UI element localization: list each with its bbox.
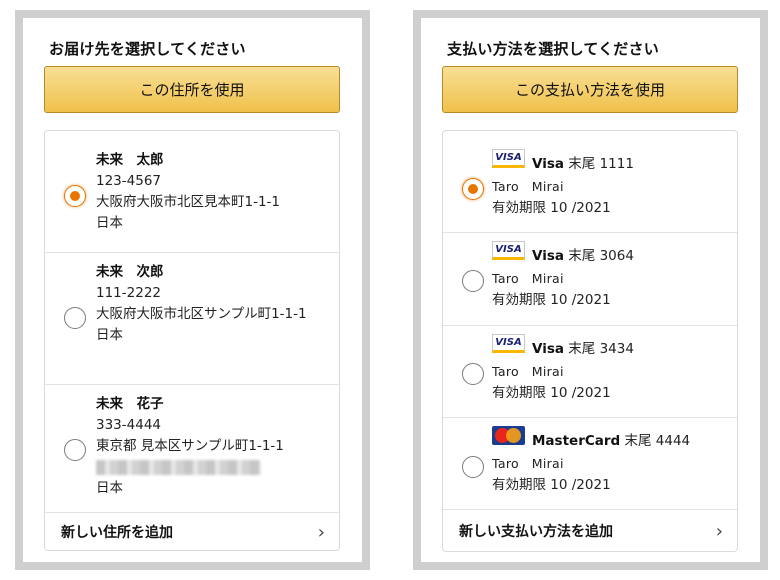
address-radio-2[interactable] bbox=[64, 307, 86, 329]
payment-option-1[interactable]: VISA Visa 末尾 1111 Taro Mirai 有効期限 10 /20… bbox=[443, 131, 737, 233]
address-country: 日本 bbox=[96, 480, 123, 496]
address-line: 大阪府大阪市北区サンプル町1-1-1 bbox=[96, 306, 307, 322]
address-list: 未来 太郎 123-4567 大阪府大阪市北区見本町1-1-1 日本 未来 次郎… bbox=[44, 130, 340, 551]
card-holder: Taro Mirai bbox=[492, 364, 564, 379]
card-brand: Visa bbox=[532, 248, 564, 264]
use-payment-button[interactable]: この支払い方法を使用 bbox=[442, 66, 738, 113]
card-expiry: 有効期限 10 /2021 bbox=[492, 385, 611, 401]
address-panel-title: お届け先を選択してください bbox=[49, 40, 246, 58]
card-holder: Taro Mirai bbox=[492, 179, 564, 194]
payment-option-2[interactable]: VISA Visa 末尾 3064 Taro Mirai 有効期限 10 /20… bbox=[443, 233, 737, 326]
payment-radio-1[interactable] bbox=[462, 178, 484, 200]
card-suffix: 末尾 3434 bbox=[568, 341, 634, 357]
address-line: 大阪府大阪市北区見本町1-1-1 bbox=[96, 194, 281, 210]
address-postal: 123-4567 bbox=[96, 173, 161, 189]
card-expiry: 有効期限 10 /2021 bbox=[492, 292, 611, 308]
mastercard-orange-circle bbox=[506, 428, 521, 443]
payment-option-4[interactable]: MasterCard 末尾 4444 Taro Mirai 有効期限 10 /2… bbox=[443, 418, 737, 510]
address-postal: 111-2222 bbox=[96, 285, 161, 301]
address-radio-1[interactable] bbox=[64, 185, 86, 207]
payment-panel-title: 支払い方法を選択してください bbox=[447, 40, 659, 58]
address-postal: 333-4444 bbox=[96, 417, 161, 433]
card-suffix: 末尾 3064 bbox=[568, 248, 634, 264]
address-country: 日本 bbox=[96, 327, 123, 343]
address-option-1[interactable]: 未来 太郎 123-4567 大阪府大阪市北区見本町1-1-1 日本 bbox=[45, 131, 339, 253]
card-brand: Visa bbox=[532, 341, 564, 357]
card-expiry: 有効期限 10 /2021 bbox=[492, 477, 611, 493]
address-option-2[interactable]: 未来 次郎 111-2222 大阪府大阪市北区サンプル町1-1-1 日本 bbox=[45, 253, 339, 385]
card-suffix: 末尾 4444 bbox=[624, 433, 691, 449]
address-name: 未来 次郎 bbox=[96, 264, 164, 280]
payment-list: VISA Visa 末尾 1111 Taro Mirai 有効期限 10 /20… bbox=[442, 130, 738, 552]
add-address-label: 新しい住所を追加 bbox=[61, 525, 173, 541]
address-option-3[interactable]: 未来 花子 333-4444 東京都 見本区サンプル町1-1-1 日本 bbox=[45, 385, 339, 513]
mastercard-icon bbox=[492, 426, 525, 445]
chevron-right-icon: › bbox=[317, 521, 325, 543]
payment-radio-2[interactable] bbox=[462, 270, 484, 292]
payment-radio-4[interactable] bbox=[462, 456, 484, 478]
address-country: 日本 bbox=[96, 215, 123, 231]
add-address-link[interactable]: 新しい住所を追加 › bbox=[45, 513, 339, 551]
add-payment-label: 新しい支払い方法を追加 bbox=[459, 524, 613, 540]
address-name: 未来 花子 bbox=[96, 396, 164, 412]
redacted-address-line bbox=[96, 460, 261, 475]
payment-radio-3[interactable] bbox=[462, 363, 484, 385]
address-panel: お届け先を選択してください この住所を使用 未来 太郎 123-4567 大阪府… bbox=[15, 10, 370, 570]
visa-card-icon: VISA bbox=[492, 241, 525, 260]
chevron-right-icon: › bbox=[715, 520, 723, 542]
address-radio-3[interactable] bbox=[64, 439, 86, 461]
visa-card-icon: VISA bbox=[492, 149, 525, 168]
add-payment-link[interactable]: 新しい支払い方法を追加 › bbox=[443, 512, 737, 550]
use-address-button[interactable]: この住所を使用 bbox=[44, 66, 340, 113]
card-expiry: 有効期限 10 /2021 bbox=[492, 200, 611, 216]
card-holder: Taro Mirai bbox=[492, 271, 564, 286]
payment-option-3[interactable]: VISA Visa 末尾 3434 Taro Mirai 有効期限 10 /20… bbox=[443, 326, 737, 418]
payment-panel: 支払い方法を選択してください この支払い方法を使用 VISA Visa 末尾 1… bbox=[413, 10, 768, 570]
card-holder: Taro Mirai bbox=[492, 456, 564, 471]
card-brand: MasterCard bbox=[532, 433, 621, 449]
address-name: 未来 太郎 bbox=[96, 152, 164, 168]
card-brand: Visa bbox=[532, 156, 564, 172]
card-suffix: 末尾 1111 bbox=[568, 156, 634, 172]
visa-card-icon: VISA bbox=[492, 334, 525, 353]
address-line: 東京都 見本区サンプル町1-1-1 bbox=[96, 438, 284, 454]
